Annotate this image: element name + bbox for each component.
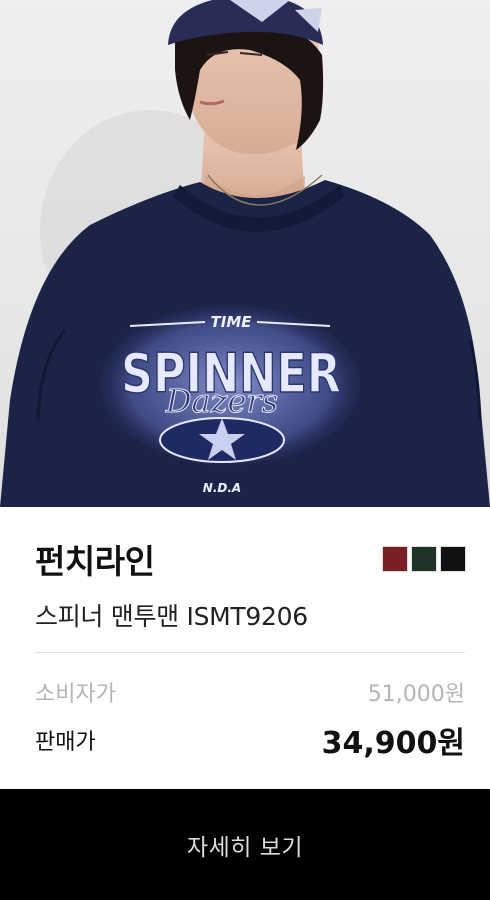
print-text-nda: N.D.A [203,481,241,495]
product-image[interactable]: TIME SPINNER Dazers N.D.A [0,0,490,507]
color-swatch-dark-green[interactable] [411,546,437,572]
sale-price-label: 판매가 [35,730,96,755]
retail-price-row: 소비자가 51,000원 [35,676,465,708]
retail-price-label: 소비자가 [35,682,116,707]
product-name[interactable]: 스피너 맨투맨 ISMT9206 [35,597,308,633]
view-details-button[interactable]: 자세히 보기 [0,789,490,900]
color-swatch-burgundy[interactable] [382,546,408,572]
color-swatch-black[interactable] [440,546,466,572]
sale-price-row: 판매가 34,900원 [35,718,465,762]
view-details-label: 자세히 보기 [186,834,304,861]
retail-price: 51,000원 [367,682,465,707]
divider [35,652,465,653]
sale-price: 34,900원 [321,726,465,761]
brand-name[interactable]: 펀치라인 [35,535,155,583]
print-text-dazers: Dazers [165,382,278,420]
color-swatches [382,546,466,572]
product-card: TIME SPINNER Dazers N.D.A 펀치라인 스피너 맨투맨 I… [0,0,490,900]
print-text-time: TIME [211,313,253,331]
